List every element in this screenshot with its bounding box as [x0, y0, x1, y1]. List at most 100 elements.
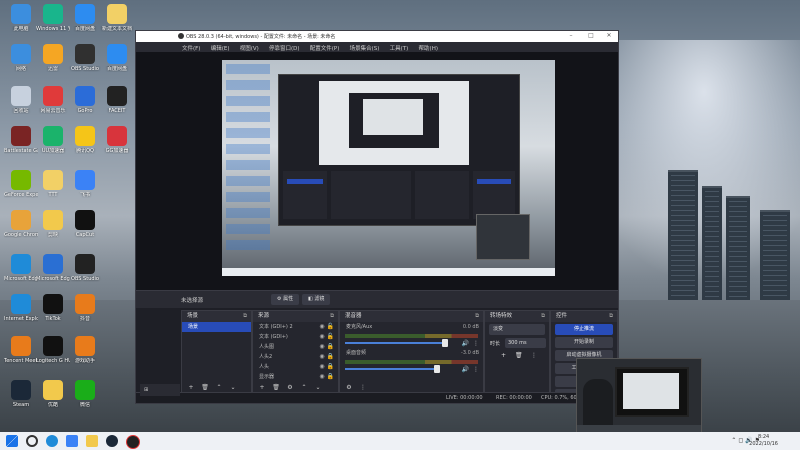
- gear-icon[interactable]: ⚙: [285, 384, 295, 392]
- app-icon[interactable]: [66, 435, 78, 447]
- transition-select[interactable]: 淡变: [489, 324, 545, 335]
- more-icon[interactable]: ⋮: [473, 366, 479, 373]
- desktop-icon[interactable]: Steam: [4, 380, 38, 408]
- eye-lock-icon[interactable]: ◉ 🔓: [319, 332, 334, 342]
- up-arrow-icon[interactable]: ⌃: [214, 384, 224, 392]
- close-icon[interactable]: ✕: [604, 32, 614, 39]
- undock-icon[interactable]: ⧉: [475, 311, 479, 322]
- properties-button[interactable]: ⚙ 属性: [271, 294, 300, 305]
- eye-lock-icon[interactable]: ◉ 🔓: [319, 322, 334, 332]
- desktop-icon[interactable]: 腾讯QQ: [68, 126, 102, 154]
- speaker-icon[interactable]: 🔊: [462, 340, 469, 347]
- desktop-icon[interactable]: UU加速器: [36, 126, 70, 154]
- volume-slider[interactable]: [345, 339, 448, 347]
- desktop-icon[interactable]: OBS Studio: [68, 254, 102, 282]
- more-icon[interactable]: ⋮: [358, 384, 368, 392]
- desktop-icon[interactable]: TTT: [36, 170, 70, 198]
- desktop-icon[interactable]: Logitech G HUB: [36, 336, 70, 364]
- desktop-icon[interactable]: 迅雷: [36, 44, 70, 72]
- desktop-icon[interactable]: OBS Studio: [68, 44, 102, 72]
- steam-icon[interactable]: [106, 435, 118, 447]
- source-item[interactable]: 文本 (GDI+) 2 ◉ 🔓: [253, 322, 338, 332]
- down-arrow-icon[interactable]: ⌄: [228, 384, 238, 392]
- eye-lock-icon[interactable]: ◉ 🔒: [319, 362, 334, 372]
- windows-start-icon[interactable]: [6, 435, 18, 447]
- menu-scene-collection[interactable]: 场景集合(S): [350, 44, 380, 52]
- desktop-icon[interactable]: GG加速器: [100, 126, 134, 154]
- maximize-icon[interactable]: □: [586, 32, 596, 39]
- desktop-icon[interactable]: GeForce Experience: [4, 170, 38, 198]
- desktop-icon[interactable]: Microsoft Edge: [36, 254, 70, 282]
- undock-icon[interactable]: ⧉: [243, 311, 247, 322]
- desktop-icon[interactable]: 游戏助手: [68, 336, 102, 364]
- trash-icon[interactable]: 🗑: [200, 384, 210, 392]
- clock[interactable]: 8:24 2022/10/16: [749, 434, 778, 448]
- desktop-icon[interactable]: 新建文本文档: [100, 4, 134, 32]
- desktop-icon[interactable]: 百度网盘: [100, 44, 134, 72]
- duration-input[interactable]: 300 ms: [505, 338, 546, 348]
- obs-icon[interactable]: [126, 435, 140, 449]
- desktop-icon[interactable]: GoPro: [68, 86, 102, 114]
- desktop-icon[interactable]: FACEIT: [100, 86, 134, 114]
- scene-item[interactable]: 场景: [182, 322, 251, 332]
- menu-help[interactable]: 帮助(H): [419, 44, 438, 52]
- menu-profile[interactable]: 配置文件(P): [310, 44, 340, 52]
- up-arrow-icon[interactable]: ⌃: [299, 384, 309, 392]
- start-recording-button[interactable]: 开始录制: [555, 337, 613, 348]
- desktop-icon[interactable]: 百度网盘: [68, 4, 102, 32]
- stop-streaming-button[interactable]: 停止推流: [555, 324, 613, 335]
- desktop-icon[interactable]: Battlestate Games: [4, 126, 38, 154]
- slider-knob[interactable]: [434, 365, 440, 373]
- desktop-icon[interactable]: 网易云音乐: [36, 86, 70, 114]
- source-item[interactable]: 显示器 ◉ 🔒: [253, 372, 338, 382]
- eye-lock-icon[interactable]: ◉ 🔒: [319, 352, 334, 362]
- eye-lock-icon[interactable]: ◉ 🔒: [319, 372, 334, 382]
- speaker-icon[interactable]: 🔊: [462, 366, 469, 373]
- desktop-icon[interactable]: TikTok: [36, 294, 70, 322]
- desktop-icon[interactable]: 微信: [68, 380, 102, 408]
- desktop-icon[interactable]: 抖音: [68, 294, 102, 322]
- desktop-icon[interactable]: Internet Explorer: [4, 294, 38, 322]
- source-item[interactable]: 人头2 ◉ 🔒: [253, 352, 338, 362]
- desktop-icon[interactable]: 此电脑: [4, 4, 38, 32]
- slider-knob[interactable]: [442, 339, 448, 347]
- desktop-icon[interactable]: 优酷: [36, 380, 70, 408]
- desktop-icon[interactable]: Microsoft Edge: [4, 254, 38, 282]
- title-bar[interactable]: OBS 28.0.3 (64-bit, windows) - 配置文件: 未命名…: [136, 31, 618, 42]
- source-item[interactable]: 人头图 ◉ 🔒: [253, 342, 338, 352]
- gear-icon[interactable]: ⚙: [344, 384, 354, 392]
- add-icon[interactable]: +: [257, 384, 267, 392]
- minimize-icon[interactable]: –: [566, 32, 576, 39]
- preview-canvas[interactable]: [222, 60, 555, 276]
- source-item[interactable]: 人头 ◉ 🔒: [253, 362, 338, 372]
- more-icon[interactable]: ⋮: [531, 352, 537, 359]
- menu-file[interactable]: 文件(F): [182, 44, 200, 52]
- filters-button[interactable]: ◧ 滤镜: [302, 294, 331, 305]
- trash-icon[interactable]: 🗑: [271, 384, 281, 392]
- menu-edit[interactable]: 编辑(E): [211, 44, 230, 52]
- add-icon[interactable]: +: [186, 384, 196, 392]
- eye-lock-icon[interactable]: ◉ 🔒: [319, 342, 334, 352]
- undock-icon[interactable]: ⧉: [541, 311, 545, 322]
- desktop-icon[interactable]: Tencent Meeting: [4, 336, 38, 364]
- search-icon[interactable]: [26, 435, 38, 447]
- volume-slider[interactable]: [345, 365, 440, 373]
- undock-icon[interactable]: ⧉: [609, 311, 613, 322]
- desktop-icon[interactable]: Windows 11 安装助手: [36, 4, 70, 32]
- trash-icon[interactable]: 🗑: [515, 352, 523, 359]
- desktop-icon[interactable]: Google Chrome: [4, 210, 38, 238]
- undock-icon[interactable]: ⧉: [330, 311, 334, 322]
- obs-window[interactable]: OBS 28.0.3 (64-bit, windows) - 配置文件: 未命名…: [135, 30, 619, 404]
- desktop-icon[interactable]: CapCut: [68, 210, 102, 238]
- menu-docks[interactable]: 停靠窗口(D): [269, 44, 300, 52]
- menu-tools[interactable]: 工具(T): [390, 44, 409, 52]
- file-explorer-icon[interactable]: [86, 435, 98, 447]
- add-icon[interactable]: +: [501, 352, 506, 359]
- more-icon[interactable]: ⋮: [473, 340, 479, 347]
- menu-view[interactable]: 视图(V): [240, 44, 259, 52]
- preview-area[interactable]: [136, 52, 618, 290]
- desktop-icon[interactable]: 网络: [4, 44, 38, 72]
- source-item[interactable]: 文本 (GDI+) ◉ 🔓: [253, 332, 338, 342]
- desktop-icon[interactable]: 剪映: [36, 210, 70, 238]
- down-arrow-icon[interactable]: ⌄: [313, 384, 323, 392]
